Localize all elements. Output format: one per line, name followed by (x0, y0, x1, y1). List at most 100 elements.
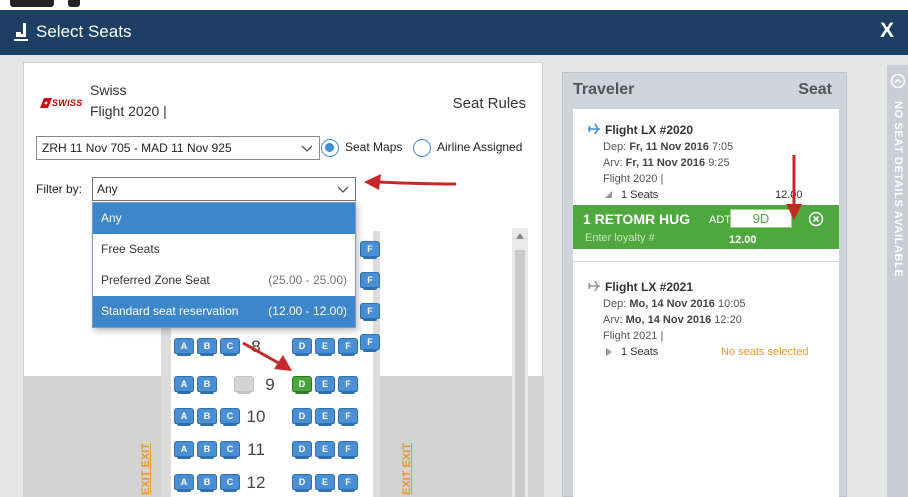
seat-icon (14, 23, 28, 41)
seat-8b[interactable]: B (197, 338, 217, 356)
departure-date: Fr, 11 Nov 2016 (629, 141, 709, 153)
flight-number-line: Flight 2020 | (603, 173, 664, 185)
filter-select[interactable]: Any (92, 177, 356, 201)
seat-10c[interactable]: C (220, 408, 240, 426)
arrival-label: Arv: (603, 157, 623, 169)
seat-8e[interactable]: E (315, 338, 335, 356)
scroll-thumb[interactable] (515, 250, 525, 497)
seat-8f[interactable]: F (338, 338, 358, 356)
clear-seat-icon[interactable] (808, 211, 824, 227)
airline-name: Swiss (90, 82, 127, 98)
seat-8d[interactable]: D (292, 338, 312, 356)
seat-9b[interactable]: B (197, 376, 217, 394)
background-page-fragment (68, 0, 80, 7)
seat-12f[interactable]: F (338, 474, 358, 492)
seat-map-scrollbar[interactable] (512, 228, 528, 497)
seat-10f[interactable]: F (338, 408, 358, 426)
flight-block-2021: Flight LX #2021 Dep: Mo, 14 Nov 2016 10:… (573, 261, 839, 381)
passenger-seat-field[interactable]: 9D (730, 209, 792, 228)
chevron-circle-icon[interactable] (890, 73, 906, 89)
filter-option-any[interactable]: Any (93, 203, 355, 234)
seat-11e[interactable]: E (315, 441, 335, 459)
seat-rules-link[interactable]: Seat Rules (453, 95, 526, 112)
passenger-seat-price: 12.00 (729, 234, 757, 246)
flight-title-text: Flight LX #2020 (605, 123, 694, 137)
expand-triangle-icon (605, 191, 612, 198)
seat-11b[interactable]: B (197, 441, 217, 459)
departure-label: Dep: (603, 298, 627, 310)
seat-11d[interactable]: D (292, 441, 312, 459)
seat-partial-f[interactable]: F (360, 272, 380, 290)
filter-option-price: (12.00 - 12.00) (268, 304, 347, 318)
swiss-logo-text: SWISS (52, 98, 83, 108)
seat-12b[interactable]: B (197, 474, 217, 492)
seat-10e[interactable]: E (315, 408, 335, 426)
route-select[interactable]: ZRH 11 Nov 705 - MAD 11 Nov 925 (36, 136, 320, 160)
arrival-line: Arv: Fr, 11 Nov 2016 9:25 (603, 157, 730, 169)
seat-9c-occupied (234, 376, 254, 394)
departure-line: Dep: Fr, 11 Nov 2016 7:05 (603, 141, 733, 153)
passenger-bar: 1 RETOMR HUG ADT 9D Enter loyalty # 12.0… (573, 205, 839, 249)
filter-option-label: Any (101, 211, 122, 225)
seat-9d-selected[interactable]: D (292, 376, 312, 394)
chevron-down-icon (301, 145, 313, 152)
exit-label-right: EXIT EXIT (400, 431, 414, 495)
seat-10b[interactable]: B (197, 408, 217, 426)
seat-partial-f[interactable]: F (360, 303, 380, 321)
seat-12e[interactable]: E (315, 474, 335, 492)
dialog-title-bar: Select Seats X (0, 10, 908, 55)
departure-label: Dep: (603, 141, 627, 153)
dialog-body: SWISS Swiss Flight 2020 | Seat Rules ZRH… (0, 55, 908, 497)
seat-11c[interactable]: C (220, 441, 240, 459)
arrival-date: Fr, 11 Nov 2016 (625, 157, 706, 169)
no-seat-details-panel[interactable]: NO SEAT DETAILS AVAILABLE (887, 65, 908, 497)
seat-10d[interactable]: D (292, 408, 312, 426)
filter-option-label: Free Seats (101, 242, 160, 256)
seats-count: 1 Seats (621, 189, 659, 201)
seat-10a[interactable]: A (174, 408, 194, 426)
filter-option-preferred-zone[interactable]: Preferred Zone Seat (25.00 - 25.00) (93, 265, 355, 296)
row-number: 8 (251, 337, 261, 356)
seat-11f[interactable]: F (338, 441, 358, 459)
filter-option-standard[interactable]: Standard seat reservation (12.00 - 12.00… (93, 296, 355, 327)
filter-label: Filter by: (36, 182, 83, 196)
departure-time: 10:05 (717, 298, 746, 310)
seat-12a[interactable]: A (174, 474, 194, 492)
seat-8a[interactable]: A (174, 338, 194, 356)
seat-partial-f[interactable]: F (360, 241, 380, 259)
seat-partial-f[interactable]: F (360, 334, 380, 352)
filter-option-free-seats[interactable]: Free Seats (93, 234, 355, 265)
seat-11a[interactable]: A (174, 441, 194, 459)
seat-12c[interactable]: C (220, 474, 240, 492)
scroll-up-icon[interactable] (515, 232, 525, 240)
close-button[interactable]: X (880, 19, 894, 43)
departure-line: Dep: Mo, 14 Nov 2016 10:05 (603, 298, 746, 310)
seats-count: 1 Seats (621, 346, 659, 358)
filter-option-price: (25.00 - 25.00) (268, 273, 347, 287)
passenger-type: ADT (709, 214, 731, 226)
background-page (0, 0, 908, 10)
seat-8c[interactable]: C (220, 338, 240, 356)
flight-number-line: Flight 2021 | (603, 330, 664, 342)
airline-assigned-radio[interactable] (413, 139, 431, 157)
seat-9f[interactable]: F (338, 376, 358, 394)
loyalty-input[interactable]: Enter loyalty # (585, 232, 655, 244)
seat-12d[interactable]: D (292, 474, 312, 492)
seat-9a[interactable]: A (174, 376, 194, 394)
traveler-card: Flight LX #2020 Dep: Fr, 11 Nov 2016 7:0… (573, 109, 839, 497)
filter-option-label: Preferred Zone Seat (101, 273, 210, 287)
chevron-down-icon (337, 186, 349, 193)
seat-maps-radio[interactable] (321, 139, 339, 157)
exit-label-text: EXIT EXIT (401, 443, 413, 495)
departure-date: Mo, 14 Nov 2016 (629, 298, 715, 310)
seat-9e[interactable]: E (315, 376, 335, 394)
exit-label-text: EXIT EXIT (140, 443, 152, 495)
plane-icon (588, 280, 600, 292)
airline-assigned-label: Airline Assigned (437, 140, 523, 154)
no-seat-details-label: NO SEAT DETAILS AVAILABLE (892, 101, 904, 278)
expand-triangle-icon (606, 348, 612, 356)
arrival-time: 9:25 (708, 157, 730, 169)
arrival-date: Mo, 14 Nov 2016 (625, 314, 712, 326)
filter-dropdown: Any Free Seats Preferred Zone Seat (25.0… (92, 202, 356, 328)
seat-maps-label: Seat Maps (345, 140, 403, 154)
